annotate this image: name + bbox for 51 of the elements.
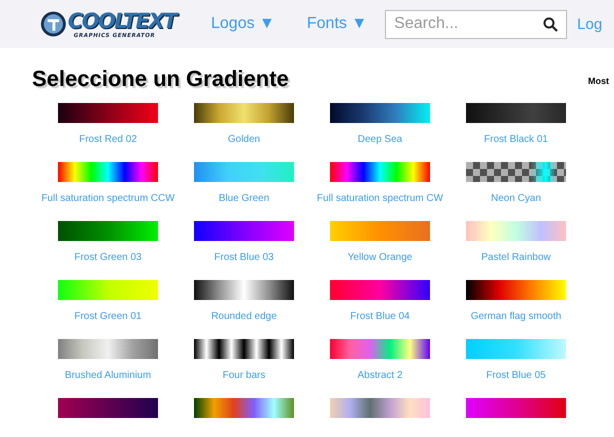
login-link[interactable]: Log [577, 16, 602, 32]
gradient-name-link[interactable]: Full saturation spectrum CCW [41, 193, 175, 204]
gradient-name-link[interactable]: Pastel Rainbow [481, 252, 551, 263]
gradient-name-link[interactable]: Frost Blue 05 [486, 370, 546, 381]
gradient-name-link[interactable]: Four bars [222, 370, 266, 381]
gradient-name-link[interactable]: Abstract 2 [357, 370, 403, 381]
gradient-name-link[interactable]: Frost Green 03 [74, 252, 142, 263]
gradient-swatch[interactable] [58, 221, 158, 241]
gradient-swatch[interactable] [58, 162, 158, 182]
nav-menu-link[interactable]: Fonts ▼ [306, 15, 368, 33]
gradient-swatch[interactable] [194, 398, 294, 418]
gradient-swatch[interactable] [330, 221, 430, 241]
gradient-swatch[interactable] [466, 103, 566, 123]
page-heading: Seleccione un Gradiente [32, 66, 289, 92]
gradient-swatch[interactable] [330, 339, 430, 359]
gradient-swatch[interactable] [58, 103, 158, 123]
gradient-swatch[interactable] [466, 398, 566, 418]
gradient-name-link[interactable]: Rounded edge [211, 311, 277, 322]
gradient-swatch[interactable] [194, 103, 294, 123]
sidebar-title: Most [588, 76, 609, 86]
gradient-swatch[interactable] [466, 221, 566, 241]
gradient-name-link[interactable]: German flag smooth [470, 311, 562, 322]
gradient-swatch[interactable] [194, 339, 294, 359]
gradient-swatch[interactable] [58, 280, 158, 300]
search-field[interactable]: Search... [385, 10, 568, 38]
gradient-swatch[interactable] [466, 162, 566, 182]
gradient-name-link[interactable]: Frost Black 01 [484, 134, 548, 145]
gradient-swatch[interactable] [194, 221, 294, 241]
gradient-swatch[interactable] [194, 162, 294, 182]
gradient-name-link[interactable]: Deep Sea [358, 134, 402, 145]
gradient-swatch[interactable] [194, 280, 294, 300]
gradient-name-link[interactable]: Blue Green [218, 193, 270, 204]
gradient-name-link[interactable]: Frost Blue 04 [350, 311, 410, 322]
gradient-name-link[interactable]: Frost Green 01 [74, 311, 142, 322]
gradient-swatch[interactable] [330, 280, 430, 300]
gradient-name-link[interactable]: Full saturation spectrum CW [316, 193, 444, 204]
gradient-swatch[interactable] [466, 339, 566, 359]
gradient-name-link[interactable]: Yellow Orange [348, 252, 412, 263]
gradient-name-link[interactable]: Frost Red 02 [79, 134, 137, 145]
gradient-swatch[interactable] [330, 162, 430, 182]
search-icon[interactable] [543, 16, 558, 32]
gradient-swatch[interactable] [330, 103, 430, 123]
gradient-swatch[interactable] [58, 339, 158, 359]
gradient-name-link[interactable]: Frost Blue 03 [214, 252, 274, 263]
gradient-name-link[interactable]: Brushed Aluminium [64, 370, 152, 381]
gradient-swatch[interactable] [330, 398, 430, 418]
gradient-swatch[interactable] [58, 398, 158, 418]
gradient-name-link[interactable]: Golden [228, 134, 260, 145]
nav-menu-link[interactable]: Logos ▼ [211, 15, 275, 33]
gradient-name-link[interactable]: Neon Cyan [490, 193, 542, 204]
gradient-swatch[interactable] [466, 280, 566, 300]
